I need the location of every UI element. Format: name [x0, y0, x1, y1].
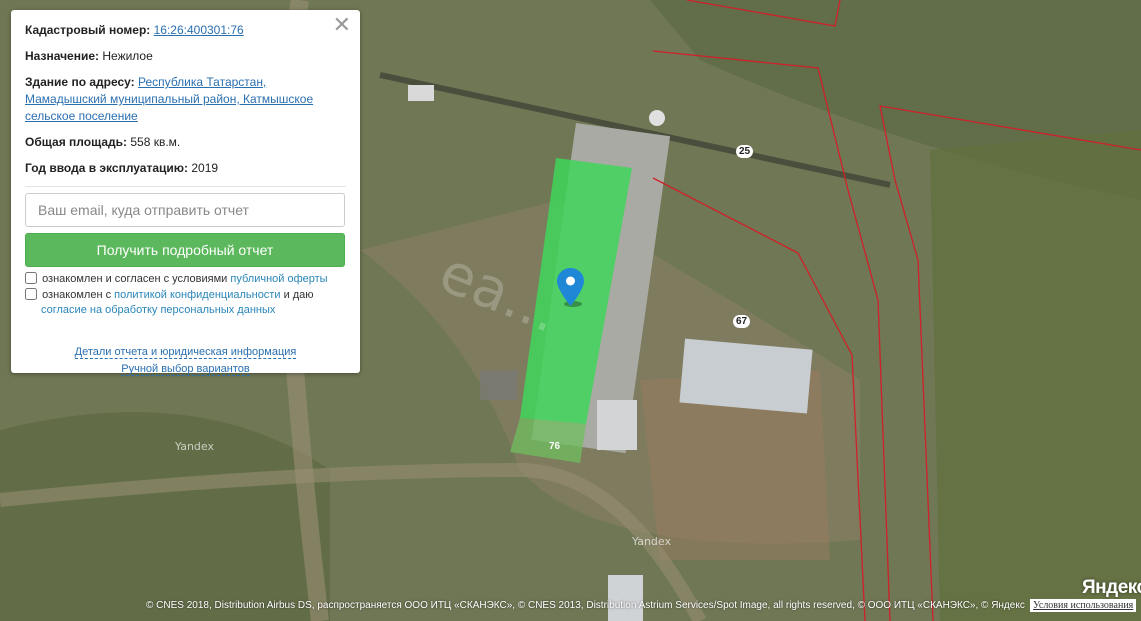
manual-selection-link[interactable]: Ручной выбор вариантов — [121, 363, 250, 376]
parcel-number-label[interactable]: 76 — [546, 440, 563, 453]
public-offer-link[interactable]: публичной оферты — [230, 273, 327, 285]
year-value: 2019 — [191, 161, 219, 175]
yandex-tile-label: Yandex — [632, 535, 671, 548]
yandex-tile-label: Yandex — [175, 440, 214, 453]
privacy-consent-checkbox[interactable] — [25, 288, 37, 300]
property-info-card: ✕ Кадастровый номер: 16:26:400301:76 Наз… — [11, 10, 360, 376]
privacy-consent-text: ознакомлен с — [42, 289, 112, 301]
purpose-value: Нежилое — [102, 49, 153, 63]
divider — [25, 186, 346, 187]
privacy-consent: ознакомлен с политикой конфиденциальност… — [25, 288, 346, 318]
offer-consent: ознакомлен и согласен с условиями публич… — [25, 272, 346, 287]
year-row: Год ввода в эксплуатацию: 2019 — [25, 160, 346, 177]
offer-consent-text: ознакомлен и согласен с условиями — [42, 273, 228, 285]
address-label: Здание по адресу: — [25, 75, 135, 89]
area-row: Общая площадь: 558 кв.м. — [25, 134, 346, 151]
privacy-consent-text-mid: и даю — [283, 289, 314, 301]
parcel-number-label[interactable]: 25 — [736, 145, 754, 158]
map-copyright: © CNES 2018, Distribution Airbus DS, рас… — [146, 600, 1025, 611]
cadastral-number-row: Кадастровый номер: 16:26:400301:76 — [25, 22, 346, 39]
area-label: Общая площадь: — [25, 135, 128, 149]
close-icon[interactable]: ✕ — [333, 15, 351, 37]
purpose-row: Назначение: Нежилое — [25, 48, 346, 65]
address-row: Здание по адресу: Республика Татарстан, … — [25, 74, 346, 125]
terms-of-use-link[interactable]: Условия использования — [1030, 599, 1137, 612]
get-report-button[interactable]: Получить подробный отчет — [25, 233, 345, 267]
privacy-policy-link[interactable]: политикой конфиденциальности — [114, 289, 280, 301]
offer-consent-checkbox[interactable] — [25, 272, 37, 284]
purpose-label: Назначение: — [25, 49, 100, 63]
yandex-logo: Яндекс — [1082, 577, 1141, 598]
parcel-number-label[interactable]: 67 — [733, 315, 751, 328]
area-value: 558 кв.м. — [130, 135, 181, 149]
year-label: Год ввода в эксплуатацию: — [25, 161, 189, 175]
report-details-link[interactable]: Детали отчета и юридическая информация — [74, 346, 297, 359]
location-pin-icon[interactable] — [557, 268, 584, 308]
email-input[interactable] — [25, 193, 345, 227]
cadastral-number-link[interactable]: 16:26:400301:76 — [154, 23, 244, 37]
personal-data-consent-link[interactable]: согласие на обработку персональных данны… — [41, 304, 275, 316]
cadastral-number-label: Кадастровый номер: — [25, 23, 151, 37]
card-links: Детали отчета и юридическая информация Р… — [25, 344, 346, 378]
